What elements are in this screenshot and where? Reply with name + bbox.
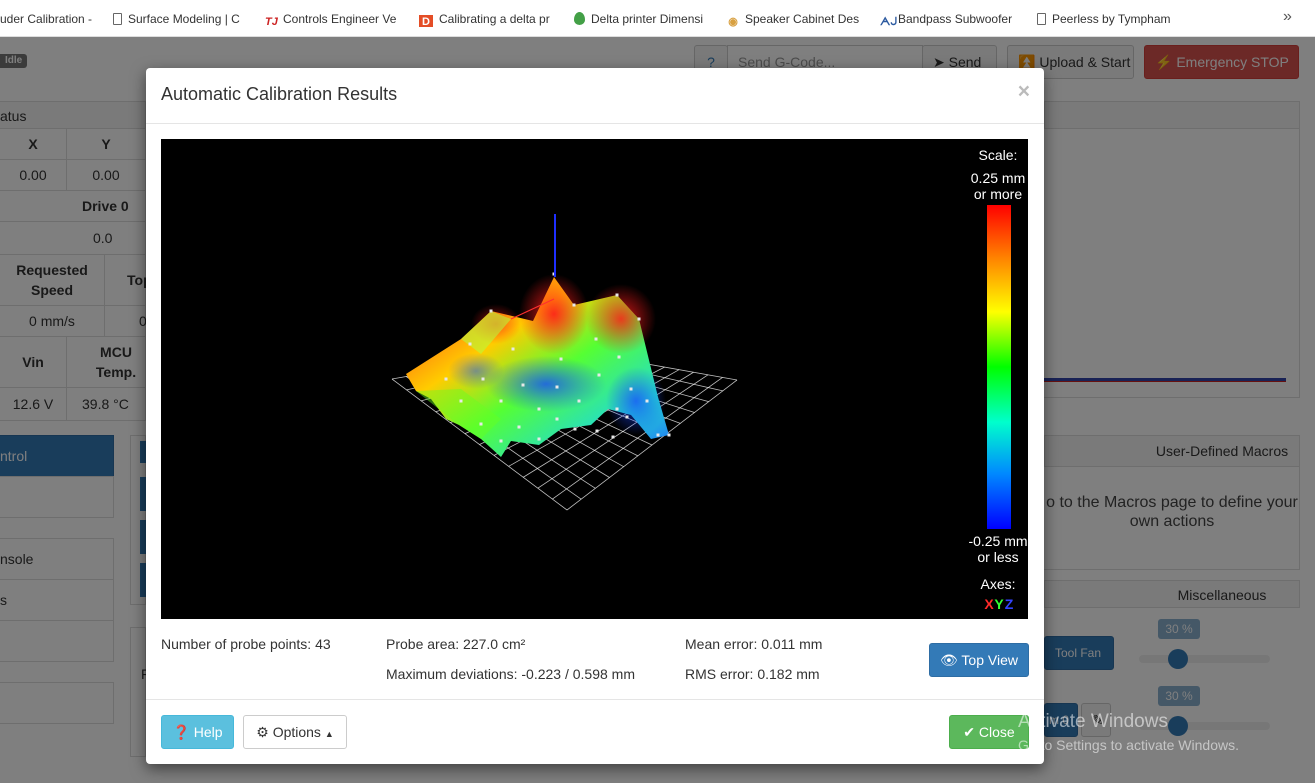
probe-points-stat: Number of probe points: 43 [161,636,331,652]
probe-point [468,342,472,346]
help-button[interactable]: ❓ Help [161,715,234,749]
scale-max-line2: or more [974,186,1022,202]
bookmarks-bar: uder Calibration - Surface Modeling | C TJ… [0,0,1315,37]
question-icon: ❓ [172,724,190,740]
modal-header: Automatic Calibration Results × [146,68,1044,124]
probe-point [617,355,621,359]
bookmark-label: Calibrating a delta pr [439,12,550,26]
help-label: Help [193,724,223,740]
probe-point [629,387,633,391]
height-map-svg: Scale: 0.25 mm or more -0.25 mm or less … [391,147,1028,612]
modal-footer: ❓ Help ⚙ Options ▲ ✔ Close [146,699,1044,764]
bookmark-label: uder Calibration - [0,12,93,26]
bookmark-label: Bandpass Subwoofer [898,12,1013,26]
scale-min-line1: -0.25 mm [968,533,1027,549]
probe-point [521,383,525,387]
bookmark-label: Surface Modeling | C [128,12,240,26]
scale-label: Scale: [979,147,1018,163]
probe-point [555,417,559,421]
probe-point [597,373,601,377]
bookmark-label: Speaker Cabinet Des [745,12,860,26]
d-favicon-icon: D [419,15,433,27]
probe-point [499,439,503,443]
check-icon: ✔ [963,724,976,740]
bookmark-item[interactable]: Delta printer Dimensi [574,11,703,27]
axes-legend-z: Z [1005,596,1014,612]
bookmark-item[interactable]: TJ Controls Engineer Ve [265,11,396,27]
bookmark-item[interactable]: Peerless by Tympham [1037,11,1171,27]
close-label: Close [978,724,1015,740]
bookmark-label: Delta printer Dimensi [591,12,704,26]
axes-legend-x: X [984,596,994,612]
probe-point [537,407,541,411]
spk-favicon-icon: ◉ [728,16,738,27]
probe-point [656,433,660,437]
bookmark-item[interactable]: uder Calibration - [0,11,92,27]
bookmark-label: Peerless by Tympham [1052,12,1171,26]
tj-favicon-icon: TJ [265,16,278,27]
probe-point [595,429,599,433]
probe-point [517,425,521,429]
probe-point [479,422,483,426]
gear-icon: ⚙ [256,724,269,740]
leaf-favicon-icon [574,12,585,25]
bookmarks-more-button[interactable]: » [1283,8,1292,26]
modal-title: Automatic Calibration Results [161,84,398,104]
probe-point [499,399,503,403]
probe-point [577,399,581,403]
top-view-label: Top View [961,652,1018,668]
probe-point [667,433,671,437]
bookmark-label: Controls Engineer Ve [283,12,397,26]
top-view-button[interactable]: 👁 Top View [929,643,1029,677]
rms-error-stat: RMS error: 0.182 mm [685,666,820,682]
scale-gradient-bar [987,205,1011,529]
probe-point [594,337,598,341]
axes-legend-y: Y [994,596,1004,612]
doc-favicon-icon [1037,13,1046,25]
scale-min-line2: or less [977,549,1018,565]
probe-point [615,293,619,297]
bookmark-item[interactable]: ◉ Speaker Cabinet Des [727,11,859,27]
options-label: Options [272,724,321,740]
probe-point [559,357,563,361]
probe-point [489,309,493,313]
close-icon[interactable]: × [1018,80,1030,104]
close-button[interactable]: ✔ Close [949,715,1029,749]
probe-point [572,303,576,307]
probe-point [555,385,559,389]
probe-point [611,435,615,439]
probe-point [511,347,515,351]
activate-windows-subtitle: Go to Settings to activate Windows. [1018,737,1239,753]
doc-favicon-icon [113,13,122,25]
activate-windows-title: Activate Windows [1018,711,1168,732]
axes-legend-label: Axes: [980,576,1015,592]
probe-point [637,317,641,321]
aj-favicon-icon: ᗅᒍ [880,16,897,27]
probe-area-stat: Probe area: 227.0 cm² [386,636,526,652]
bookmark-item[interactable]: Surface Modeling | C [113,11,240,27]
mean-error-stat: Mean error: 0.011 mm [685,636,823,652]
probe-point [645,399,649,403]
options-dropdown-button[interactable]: ⚙ Options ▲ [243,715,347,749]
probe-point [481,377,485,381]
scale-max-line1: 0.25 mm [971,170,1025,186]
probe-point [459,399,463,403]
max-deviations-stat: Maximum deviations: -0.223 / 0.598 mm [386,666,635,682]
probe-point [625,415,629,419]
height-map-3d-plot[interactable]: Scale: 0.25 mm or more -0.25 mm or less … [161,139,1028,619]
calibration-results-modal: Automatic Calibration Results × Scale: 0… [146,68,1044,764]
bookmark-item[interactable]: D Calibrating a delta pr [419,11,550,27]
height-surface [406,274,669,457]
probe-point [573,427,577,431]
probe-point [615,407,619,411]
eye-icon: 👁 [940,652,958,668]
probe-point [537,437,541,441]
caret-up-icon: ▲ [324,729,334,739]
probe-point [444,377,448,381]
bookmark-item[interactable]: ᗅᒍBandpass Subwoofer [880,11,1012,27]
